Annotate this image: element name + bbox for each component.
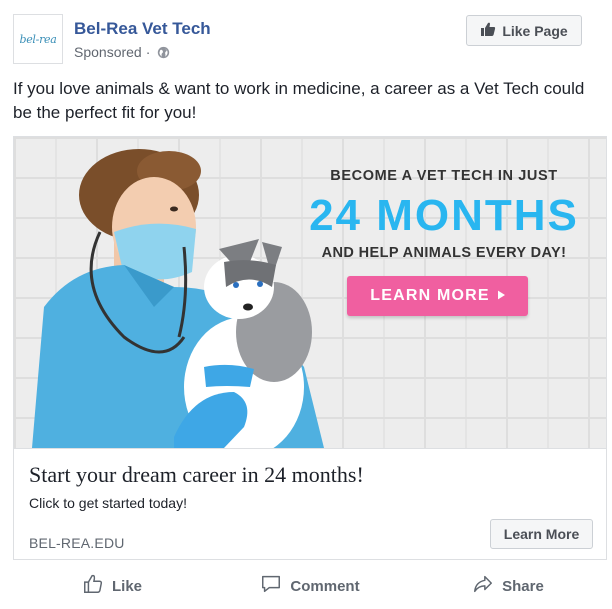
sponsored-post: bel-rea Bel-Rea Vet Tech Sponsored · Lik… bbox=[0, 0, 612, 609]
share-arrow-icon bbox=[472, 573, 494, 599]
ad-headline-big: 24 MONTHS bbox=[309, 191, 579, 240]
share-label: Share bbox=[502, 577, 544, 595]
like-button[interactable]: Like bbox=[13, 568, 211, 604]
brand-logo: bel-rea bbox=[19, 32, 57, 46]
like-label: Like bbox=[111, 577, 142, 595]
triangle-right-icon bbox=[497, 287, 505, 305]
sponsored-label[interactable]: Sponsored bbox=[74, 44, 142, 60]
ad-title[interactable]: Start your dream career in 24 months! bbox=[29, 462, 364, 488]
learn-more-button[interactable]: Learn More bbox=[490, 519, 593, 549]
meta-separator: · bbox=[145, 44, 151, 60]
comment-label: Comment bbox=[290, 577, 360, 595]
ad-image-learn-more-button[interactable]: LEARN MORE bbox=[347, 276, 528, 316]
ad-headline-bottom: AND HELP ANIMALS EVERY DAY! bbox=[321, 245, 567, 261]
share-button[interactable]: Share bbox=[409, 568, 607, 604]
comment-bubble-icon bbox=[260, 573, 282, 599]
post-action-bar: Like Comment Share bbox=[13, 568, 607, 604]
page-avatar[interactable]: bel-rea bbox=[13, 14, 63, 64]
ad-description: Click to get started today! bbox=[29, 495, 187, 511]
thumbs-up-icon bbox=[82, 573, 104, 599]
like-page-button[interactable]: Like Page bbox=[466, 15, 582, 46]
ad-footer[interactable]: Start your dream career in 24 months! Cl… bbox=[14, 448, 606, 559]
sponsored-meta: Sponsored · bbox=[74, 44, 170, 60]
page-name-link[interactable]: Bel-Rea Vet Tech bbox=[74, 19, 211, 39]
globe-icon bbox=[157, 46, 170, 59]
ad-image[interactable]: BECOME A VET TECH IN JUST 24 MONTHS AND … bbox=[14, 137, 606, 448]
ad-headline-top: BECOME A VET TECH IN JUST bbox=[330, 168, 558, 184]
comment-button[interactable]: Comment bbox=[211, 568, 409, 604]
ad-card[interactable]: BECOME A VET TECH IN JUST 24 MONTHS AND … bbox=[13, 136, 607, 560]
thumbs-up-icon bbox=[480, 21, 496, 40]
like-page-label: Like Page bbox=[502, 22, 568, 39]
ad-domain: BEL-REA.EDU bbox=[29, 535, 125, 551]
ad-cta-label: LEARN MORE bbox=[370, 287, 490, 304]
post-body-text: If you love animals & want to work in me… bbox=[13, 79, 585, 122]
